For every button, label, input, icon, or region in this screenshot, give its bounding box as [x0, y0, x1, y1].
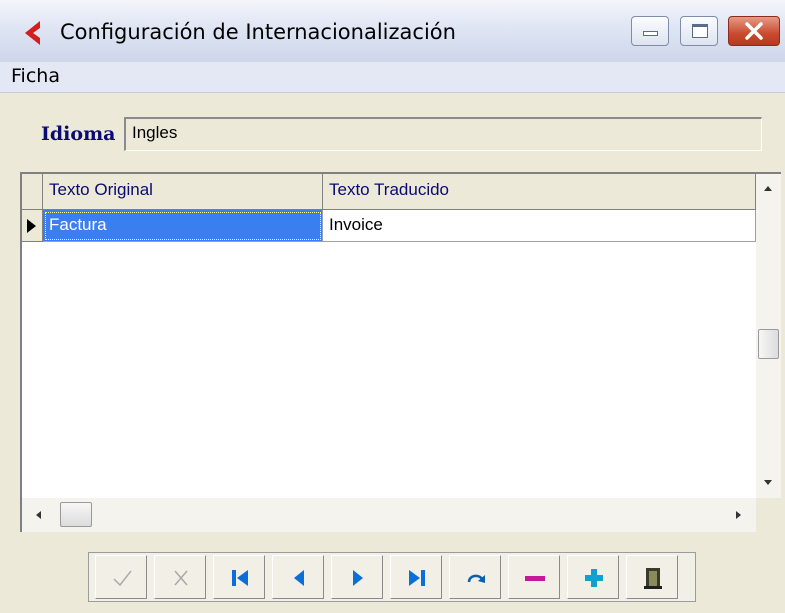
horizontal-scroll-thumb[interactable] — [60, 502, 92, 527]
first-icon — [232, 570, 248, 586]
next-icon — [353, 570, 363, 586]
close-button[interactable] — [728, 16, 780, 46]
arrow-left-icon — [36, 511, 41, 519]
main-window: Configuración de Internacionalización Fi… — [0, 0, 785, 613]
db-navigator — [88, 552, 696, 602]
post-button[interactable] — [95, 555, 147, 599]
maximize-icon — [692, 24, 708, 38]
minimize-button[interactable] — [631, 16, 669, 46]
door-icon — [644, 568, 662, 589]
arrow-right-icon — [736, 511, 741, 519]
refresh-icon — [467, 574, 485, 583]
arrow-down-icon — [764, 480, 772, 485]
navigator-area — [0, 540, 785, 613]
column-header-original[interactable]: Texto Original — [43, 174, 323, 210]
menu-ficha[interactable]: Ficha — [11, 65, 60, 87]
language-panel: Idioma Ingles — [0, 93, 785, 171]
scrollbar-corner — [756, 498, 781, 532]
title-bar[interactable]: Configuración de Internacionalización — [0, 0, 785, 62]
menu-bar: Ficha — [0, 62, 785, 93]
exit-button[interactable] — [626, 555, 678, 599]
insert-button[interactable] — [567, 555, 619, 599]
cell-translated[interactable]: Invoice — [323, 210, 756, 242]
scroll-right-button[interactable] — [720, 498, 756, 532]
column-header-translated[interactable]: Texto Traducido — [323, 174, 756, 210]
plus-icon — [585, 569, 603, 587]
current-row-arrow-icon — [27, 219, 36, 233]
minus-icon — [525, 576, 545, 581]
horizontal-scrollbar[interactable] — [22, 498, 756, 532]
row-indicator[interactable] — [22, 210, 43, 242]
first-record-button[interactable] — [213, 555, 265, 599]
cancel-button[interactable] — [154, 555, 206, 599]
refresh-button[interactable] — [449, 555, 501, 599]
language-label: Idioma — [41, 123, 116, 145]
scroll-down-button[interactable] — [756, 462, 781, 498]
prior-record-button[interactable] — [272, 555, 324, 599]
vertical-scrollbar[interactable] — [756, 174, 781, 498]
next-record-button[interactable] — [331, 555, 383, 599]
maximize-button[interactable] — [680, 16, 718, 46]
app-red-arrow-icon — [25, 21, 40, 45]
language-field[interactable]: Ingles — [124, 117, 762, 151]
minimize-icon — [643, 31, 658, 36]
scroll-up-button[interactable] — [756, 174, 781, 210]
prior-icon — [294, 570, 304, 586]
x-icon — [174, 570, 188, 586]
scroll-left-button[interactable] — [22, 498, 58, 532]
translation-grid[interactable]: Texto Original Texto Traducido Factura I… — [20, 172, 781, 532]
cell-original[interactable]: Factura — [43, 210, 323, 242]
arrow-up-icon — [764, 186, 772, 191]
last-icon — [409, 570, 425, 586]
window-title: Configuración de Internacionalización — [60, 20, 456, 44]
close-icon — [745, 22, 763, 40]
delete-button[interactable] — [508, 555, 560, 599]
last-record-button[interactable] — [390, 555, 442, 599]
vertical-scroll-thumb[interactable] — [758, 329, 779, 359]
check-icon — [113, 570, 132, 587]
header-indicator-cell — [22, 174, 43, 210]
